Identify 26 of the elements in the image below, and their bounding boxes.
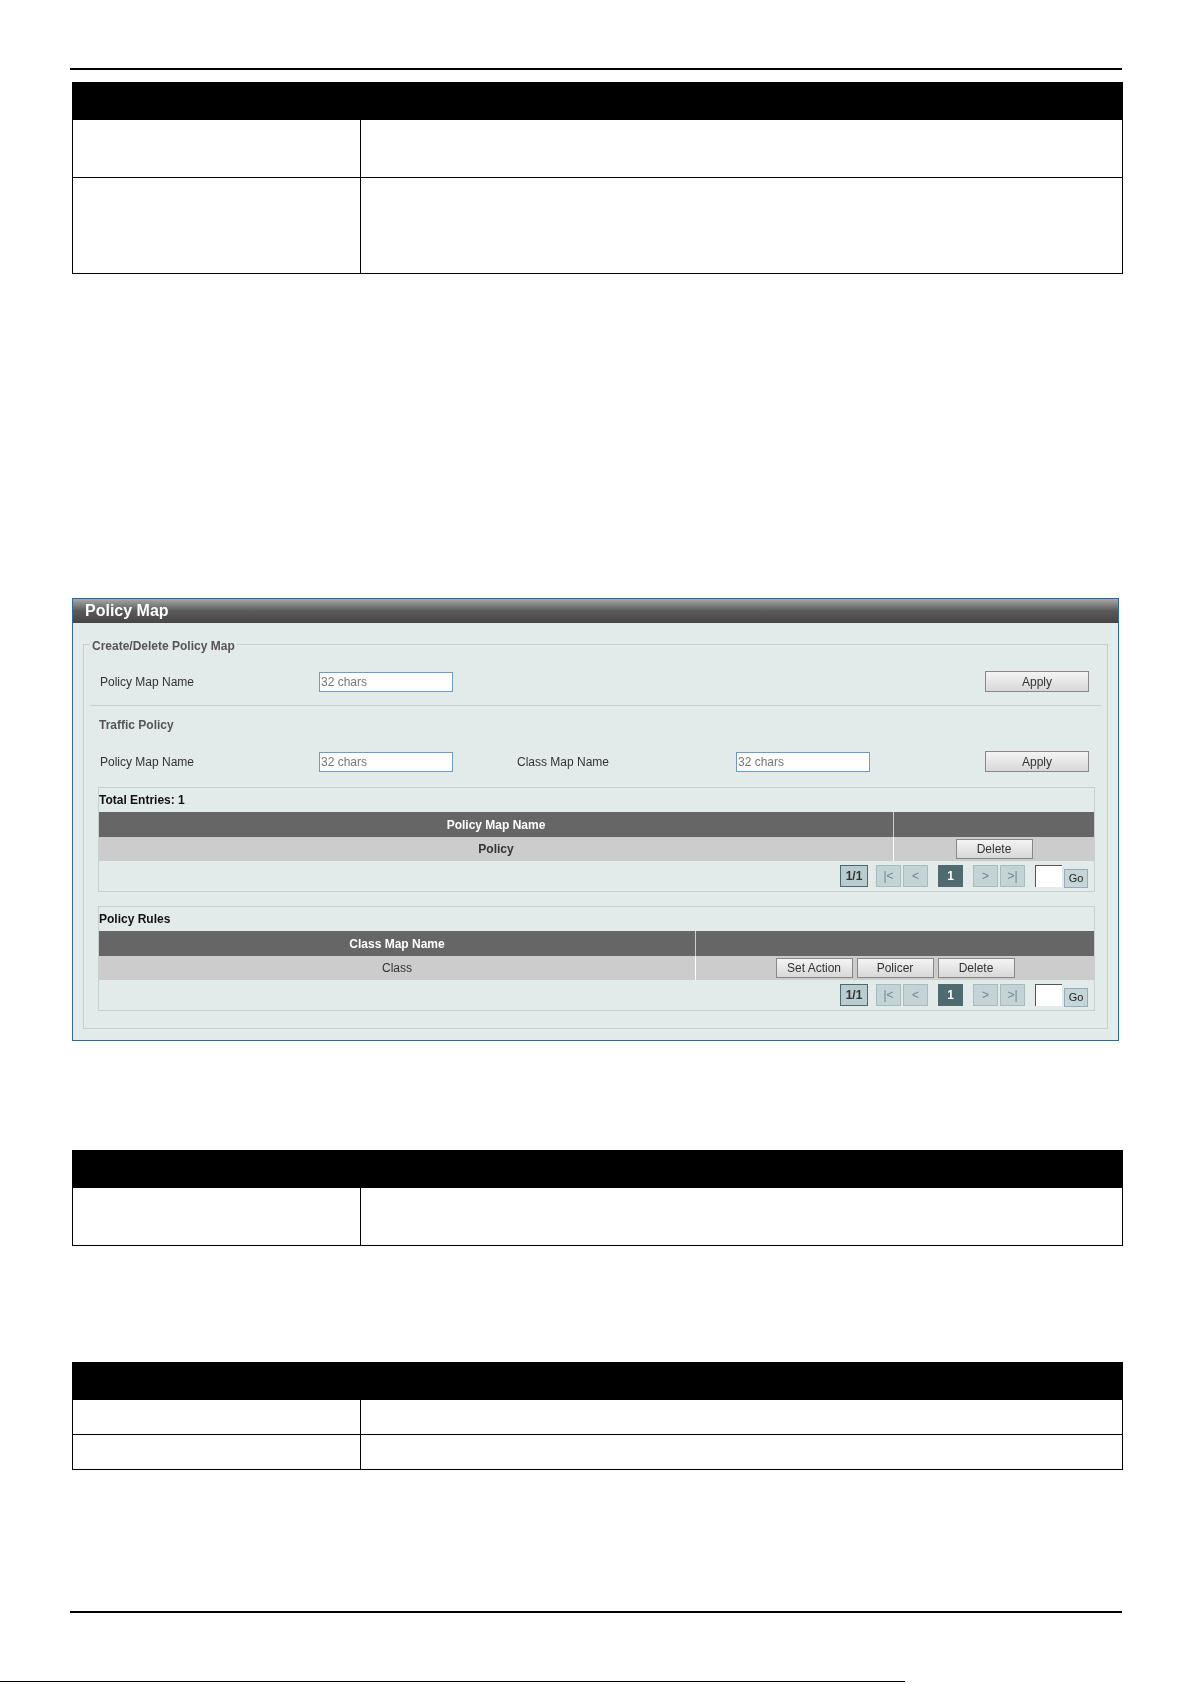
text-field[interactable]: 32 chars bbox=[736, 751, 870, 772]
text-field[interactable]: 32 chars bbox=[319, 751, 453, 772]
page-count: 1/1 bbox=[840, 984, 868, 1006]
row-action-button[interactable]: Delete bbox=[937, 958, 1015, 978]
apply-button[interactable]: Apply bbox=[985, 751, 1089, 772]
table-title: Total Entries: 1 bbox=[99, 792, 186, 809]
row-action-button[interactable]: Set Action bbox=[775, 958, 853, 978]
table-cell: Class bbox=[99, 956, 696, 980]
page-button[interactable]: 1 bbox=[938, 865, 963, 887]
window-title: Policy Map bbox=[85, 601, 169, 621]
text-field[interactable]: 32 chars bbox=[319, 671, 453, 692]
field-label: Class Map Name bbox=[517, 753, 611, 771]
row-action-button[interactable]: Delete bbox=[955, 839, 1033, 859]
go-button[interactable]: Go bbox=[1064, 869, 1088, 888]
page-number-field[interactable] bbox=[1035, 984, 1062, 1006]
field-label: Policy Map Name bbox=[100, 753, 196, 771]
page-number-field[interactable] bbox=[1035, 865, 1062, 887]
row-action-button[interactable]: Policer bbox=[856, 958, 934, 978]
table-title: Policy Rules bbox=[99, 911, 172, 928]
table-cell: Policy bbox=[99, 837, 894, 861]
go-button[interactable]: Go bbox=[1064, 988, 1088, 1007]
section-title: Traffic Policy bbox=[99, 717, 175, 734]
field-label: Policy Map Name bbox=[100, 673, 196, 691]
apply-button[interactable]: Apply bbox=[985, 671, 1089, 692]
page-count: 1/1 bbox=[840, 865, 868, 887]
page-button[interactable]: 1 bbox=[938, 984, 963, 1006]
